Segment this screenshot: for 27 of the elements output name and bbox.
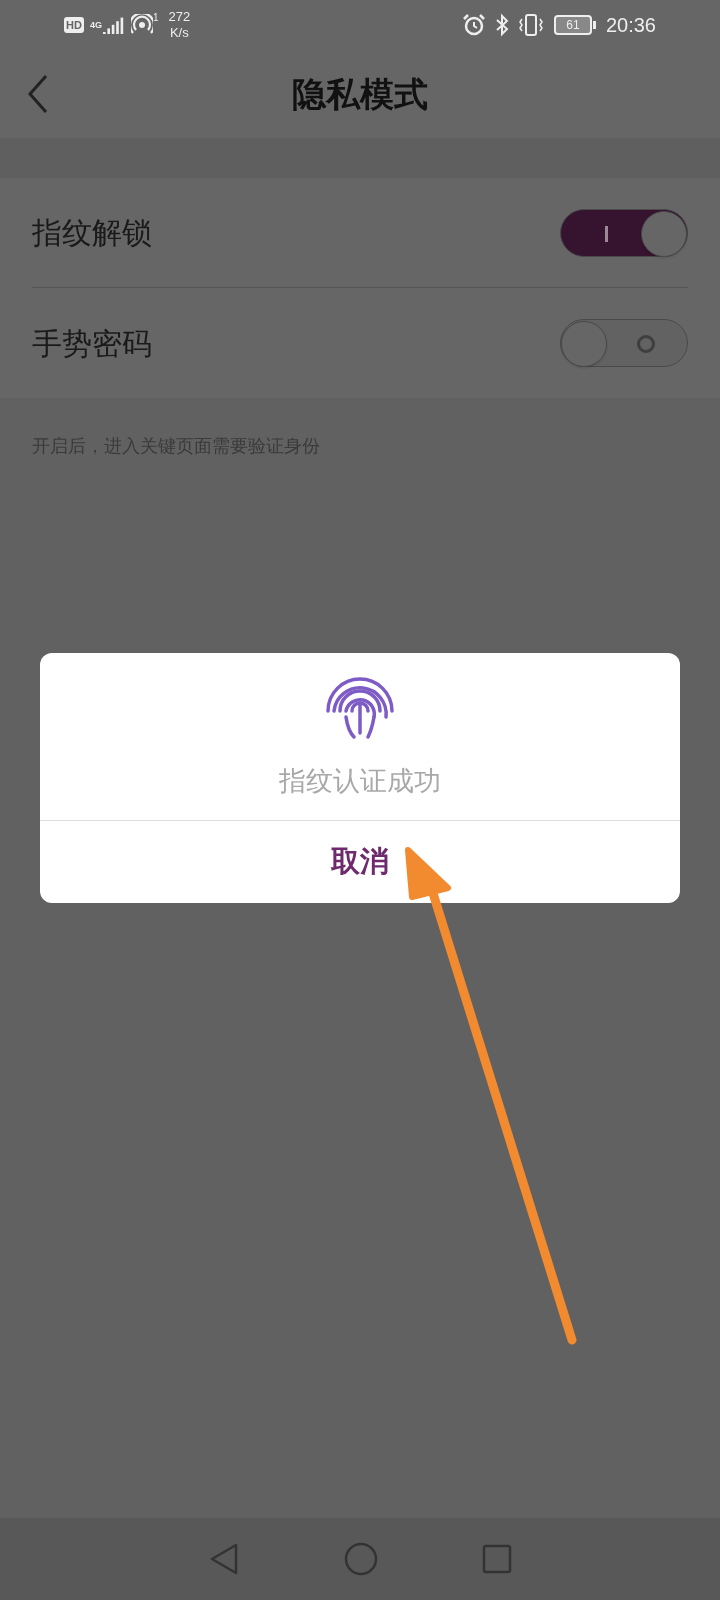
- recents-square-icon[interactable]: [482, 1544, 512, 1574]
- home-circle-icon[interactable]: [344, 1542, 378, 1576]
- setting-label: 手势密码: [32, 324, 152, 363]
- setting-label: 指纹解锁: [32, 214, 152, 252]
- toggle-thumb: [561, 321, 607, 367]
- off-mark-icon: [637, 335, 655, 353]
- dialog-message: 指纹认证成功: [279, 764, 441, 798]
- toggle-switch[interactable]: [560, 319, 688, 367]
- clock: 20:36: [605, 13, 656, 38]
- cancel-button[interactable]: 取消: [40, 820, 680, 903]
- network-speed: 272: [168, 9, 191, 25]
- signal-icon: [102, 16, 125, 34]
- hotspot-icon: [130, 14, 153, 36]
- hotspot-count: 1: [152, 11, 159, 25]
- back-icon[interactable]: [26, 74, 50, 114]
- alarm-icon: [461, 13, 486, 37]
- toggle-thumb: [641, 210, 687, 257]
- battery-indicator: 61: [553, 15, 592, 35]
- vibrate-icon: [517, 13, 544, 37]
- page-title: 隐私模式: [292, 72, 428, 116]
- back-triangle-icon[interactable]: [208, 1542, 240, 1576]
- network-type: 4G: [89, 20, 102, 30]
- on-mark-icon: [605, 225, 608, 242]
- hd-icon: HD: [64, 17, 84, 33]
- toggle-switch[interactable]: [560, 208, 688, 257]
- speed-unit: K/s: [169, 25, 189, 41]
- battery-tip-icon: [592, 21, 596, 29]
